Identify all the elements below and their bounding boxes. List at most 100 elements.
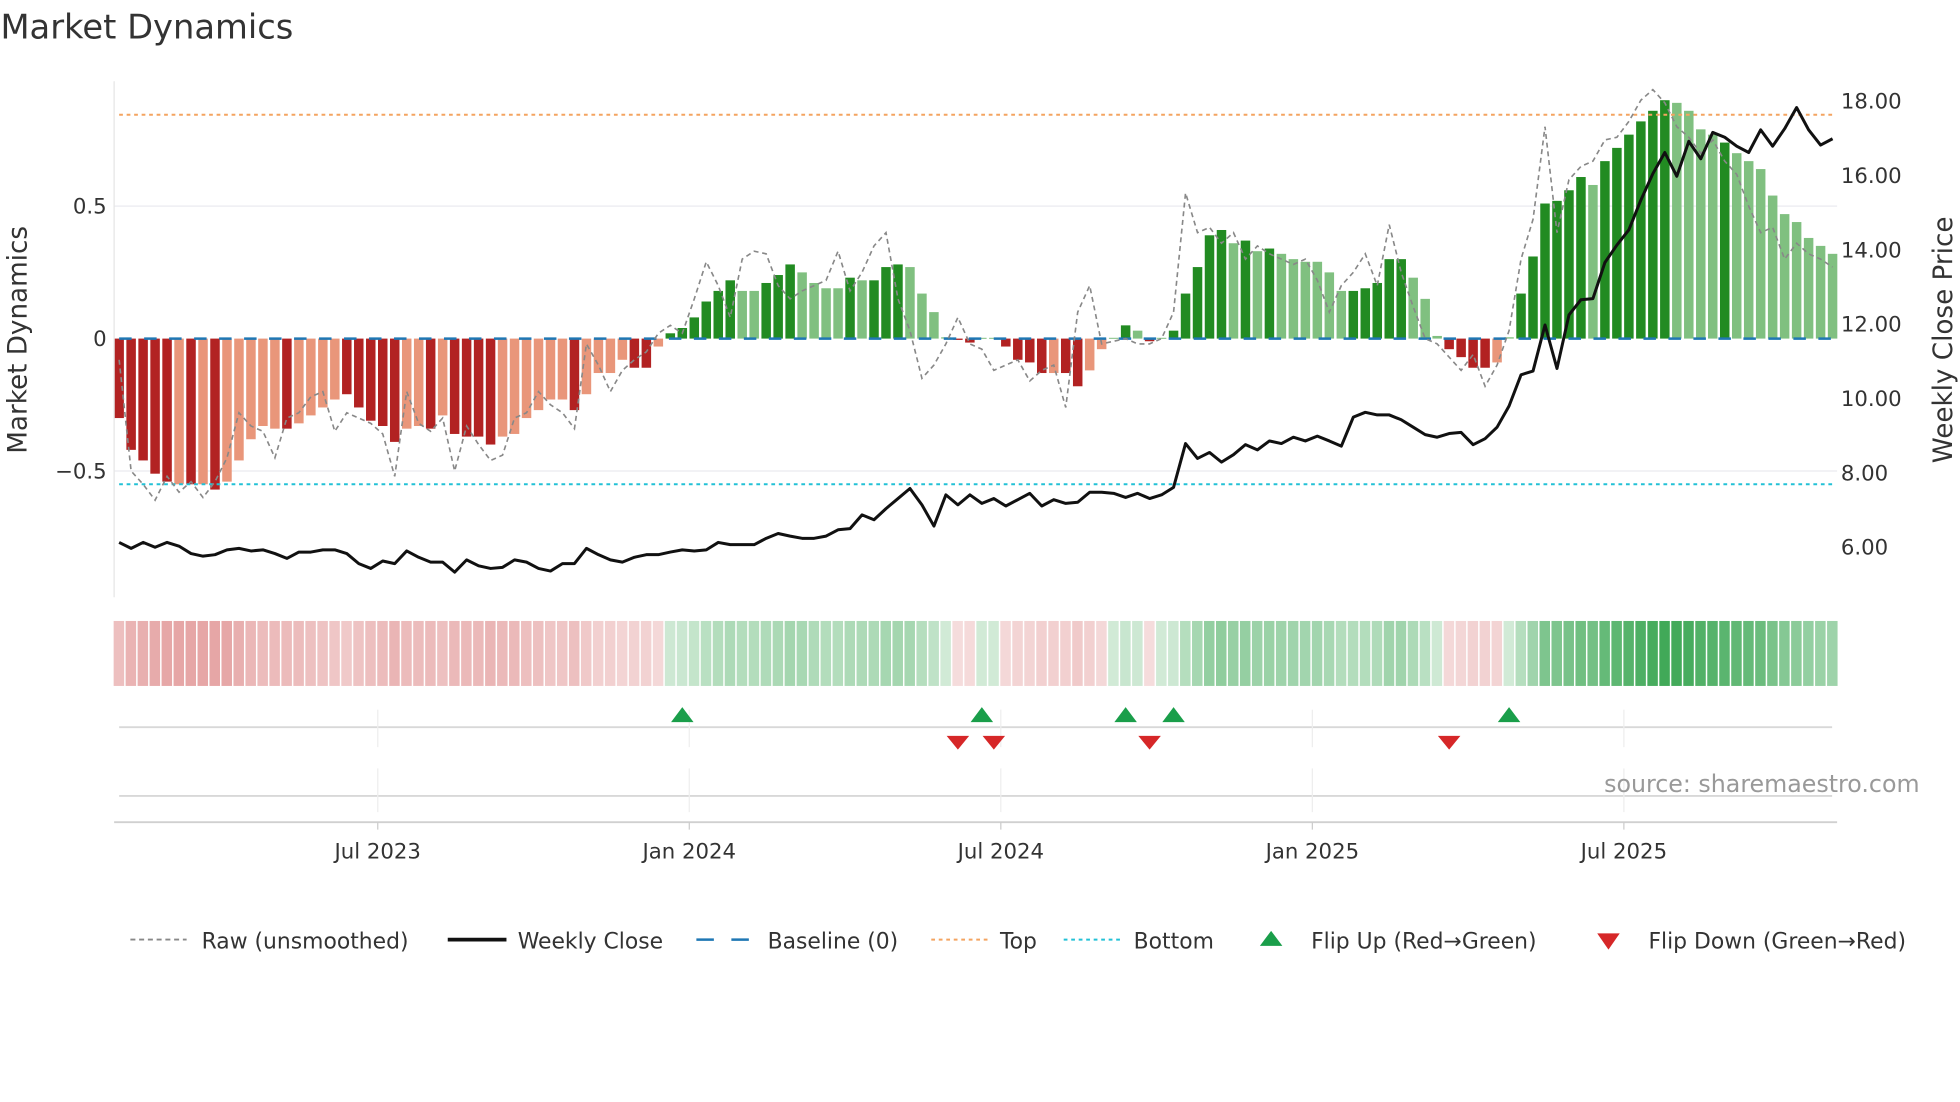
strip-cell [1012,620,1023,686]
market-dynamics-chart: Market Dynamics 0.5 0 −0.5 18.00 16.00 14.00 1… [0,8,1959,955]
strip-cell [1779,620,1790,686]
bar [306,338,316,416]
bar [641,338,652,368]
left-axis-label: Market Dynamics [4,226,34,454]
bar [1228,243,1239,339]
strip-cell [149,620,161,686]
strip-cell [1383,620,1395,686]
bar [258,338,268,427]
strip-cell [1024,620,1035,686]
bar [1767,195,1778,339]
strip-cell [1347,620,1359,686]
flip-down-marker [982,735,1006,750]
strip-cell [1096,620,1107,686]
bar [1803,237,1814,339]
right-axis-label: Weekly Close Price [1929,217,1959,464]
flip-down-marker [1138,735,1161,750]
strip-cell [1239,620,1251,686]
bar [1192,267,1203,339]
strip-cell [1719,620,1730,686]
bar [1276,253,1287,339]
strip-cell [1275,620,1287,686]
bar [342,338,352,395]
bar [1672,102,1682,339]
bar [366,338,376,421]
strip-cell [1395,620,1407,686]
bar [1600,161,1610,339]
strip-cell [652,620,664,686]
bar [1072,338,1083,387]
bar [1372,282,1383,339]
bar [234,338,244,461]
strip-cell [1671,620,1682,686]
strip-cell [197,620,209,686]
strip-cell [1503,620,1515,686]
strip-cell [1108,620,1119,686]
strip-cell [1072,620,1083,686]
raw-line [118,88,1834,502]
strip-cell [832,620,844,686]
bar [186,338,196,485]
bar [1779,214,1790,339]
strip-cell [1084,620,1095,686]
strip-cell [1695,620,1706,686]
strip-cell [1335,620,1347,686]
strip-cell [449,620,460,686]
strip-cell [748,620,760,686]
strip-cell [485,620,496,686]
flip-up-marker [970,707,994,723]
bar [1120,325,1131,339]
x-tick-label: Jul 2023 [333,839,421,864]
strip-cell [1587,620,1598,686]
flip-up-marker [1497,707,1521,723]
strip-cell [329,620,340,686]
flip-markers [114,707,1838,830]
bar [1384,259,1394,339]
strip-cell [1635,620,1646,686]
strip-cell [640,620,652,686]
bar [485,338,496,445]
strip-cell [185,620,197,686]
right-tick-label: 8.00 [1841,461,1888,486]
strip-cell [1048,620,1059,686]
bar [533,338,544,411]
strip-cell [1551,620,1562,686]
strip-cell [1443,620,1455,686]
bar [1360,288,1371,339]
bar [545,338,556,400]
bar [282,338,292,429]
bar [246,338,256,440]
bar [138,338,148,461]
bar [929,312,939,339]
strip-cell [1467,620,1479,686]
x-tick-label: Jul 2024 [956,839,1044,864]
flip-up-marker [1162,707,1185,723]
flip-up-marker [1114,707,1137,723]
bar [1791,222,1802,339]
bar [1540,203,1550,339]
strip-cell [245,620,256,686]
regime-strip [113,620,1838,686]
strip-cell [173,620,185,686]
strip-cell [604,620,616,686]
bar [1696,129,1706,339]
bar [1624,134,1634,339]
strip-cell [760,620,772,686]
bar [689,317,700,339]
strip-cell [1755,620,1766,686]
bar [1432,335,1442,339]
strip-cell [1359,620,1371,686]
bar [821,288,831,339]
strip-cell [281,620,292,686]
strip-cell [389,620,400,686]
bar [1252,251,1263,339]
bar [893,264,903,339]
strip-cell [1455,620,1467,686]
flip-down-marker [946,735,970,750]
bar [1156,337,1167,339]
strip-cell [125,620,137,686]
strip-cell [1479,620,1491,686]
strip-cell [868,620,880,686]
bar [354,338,364,408]
strip-cell [664,620,676,686]
